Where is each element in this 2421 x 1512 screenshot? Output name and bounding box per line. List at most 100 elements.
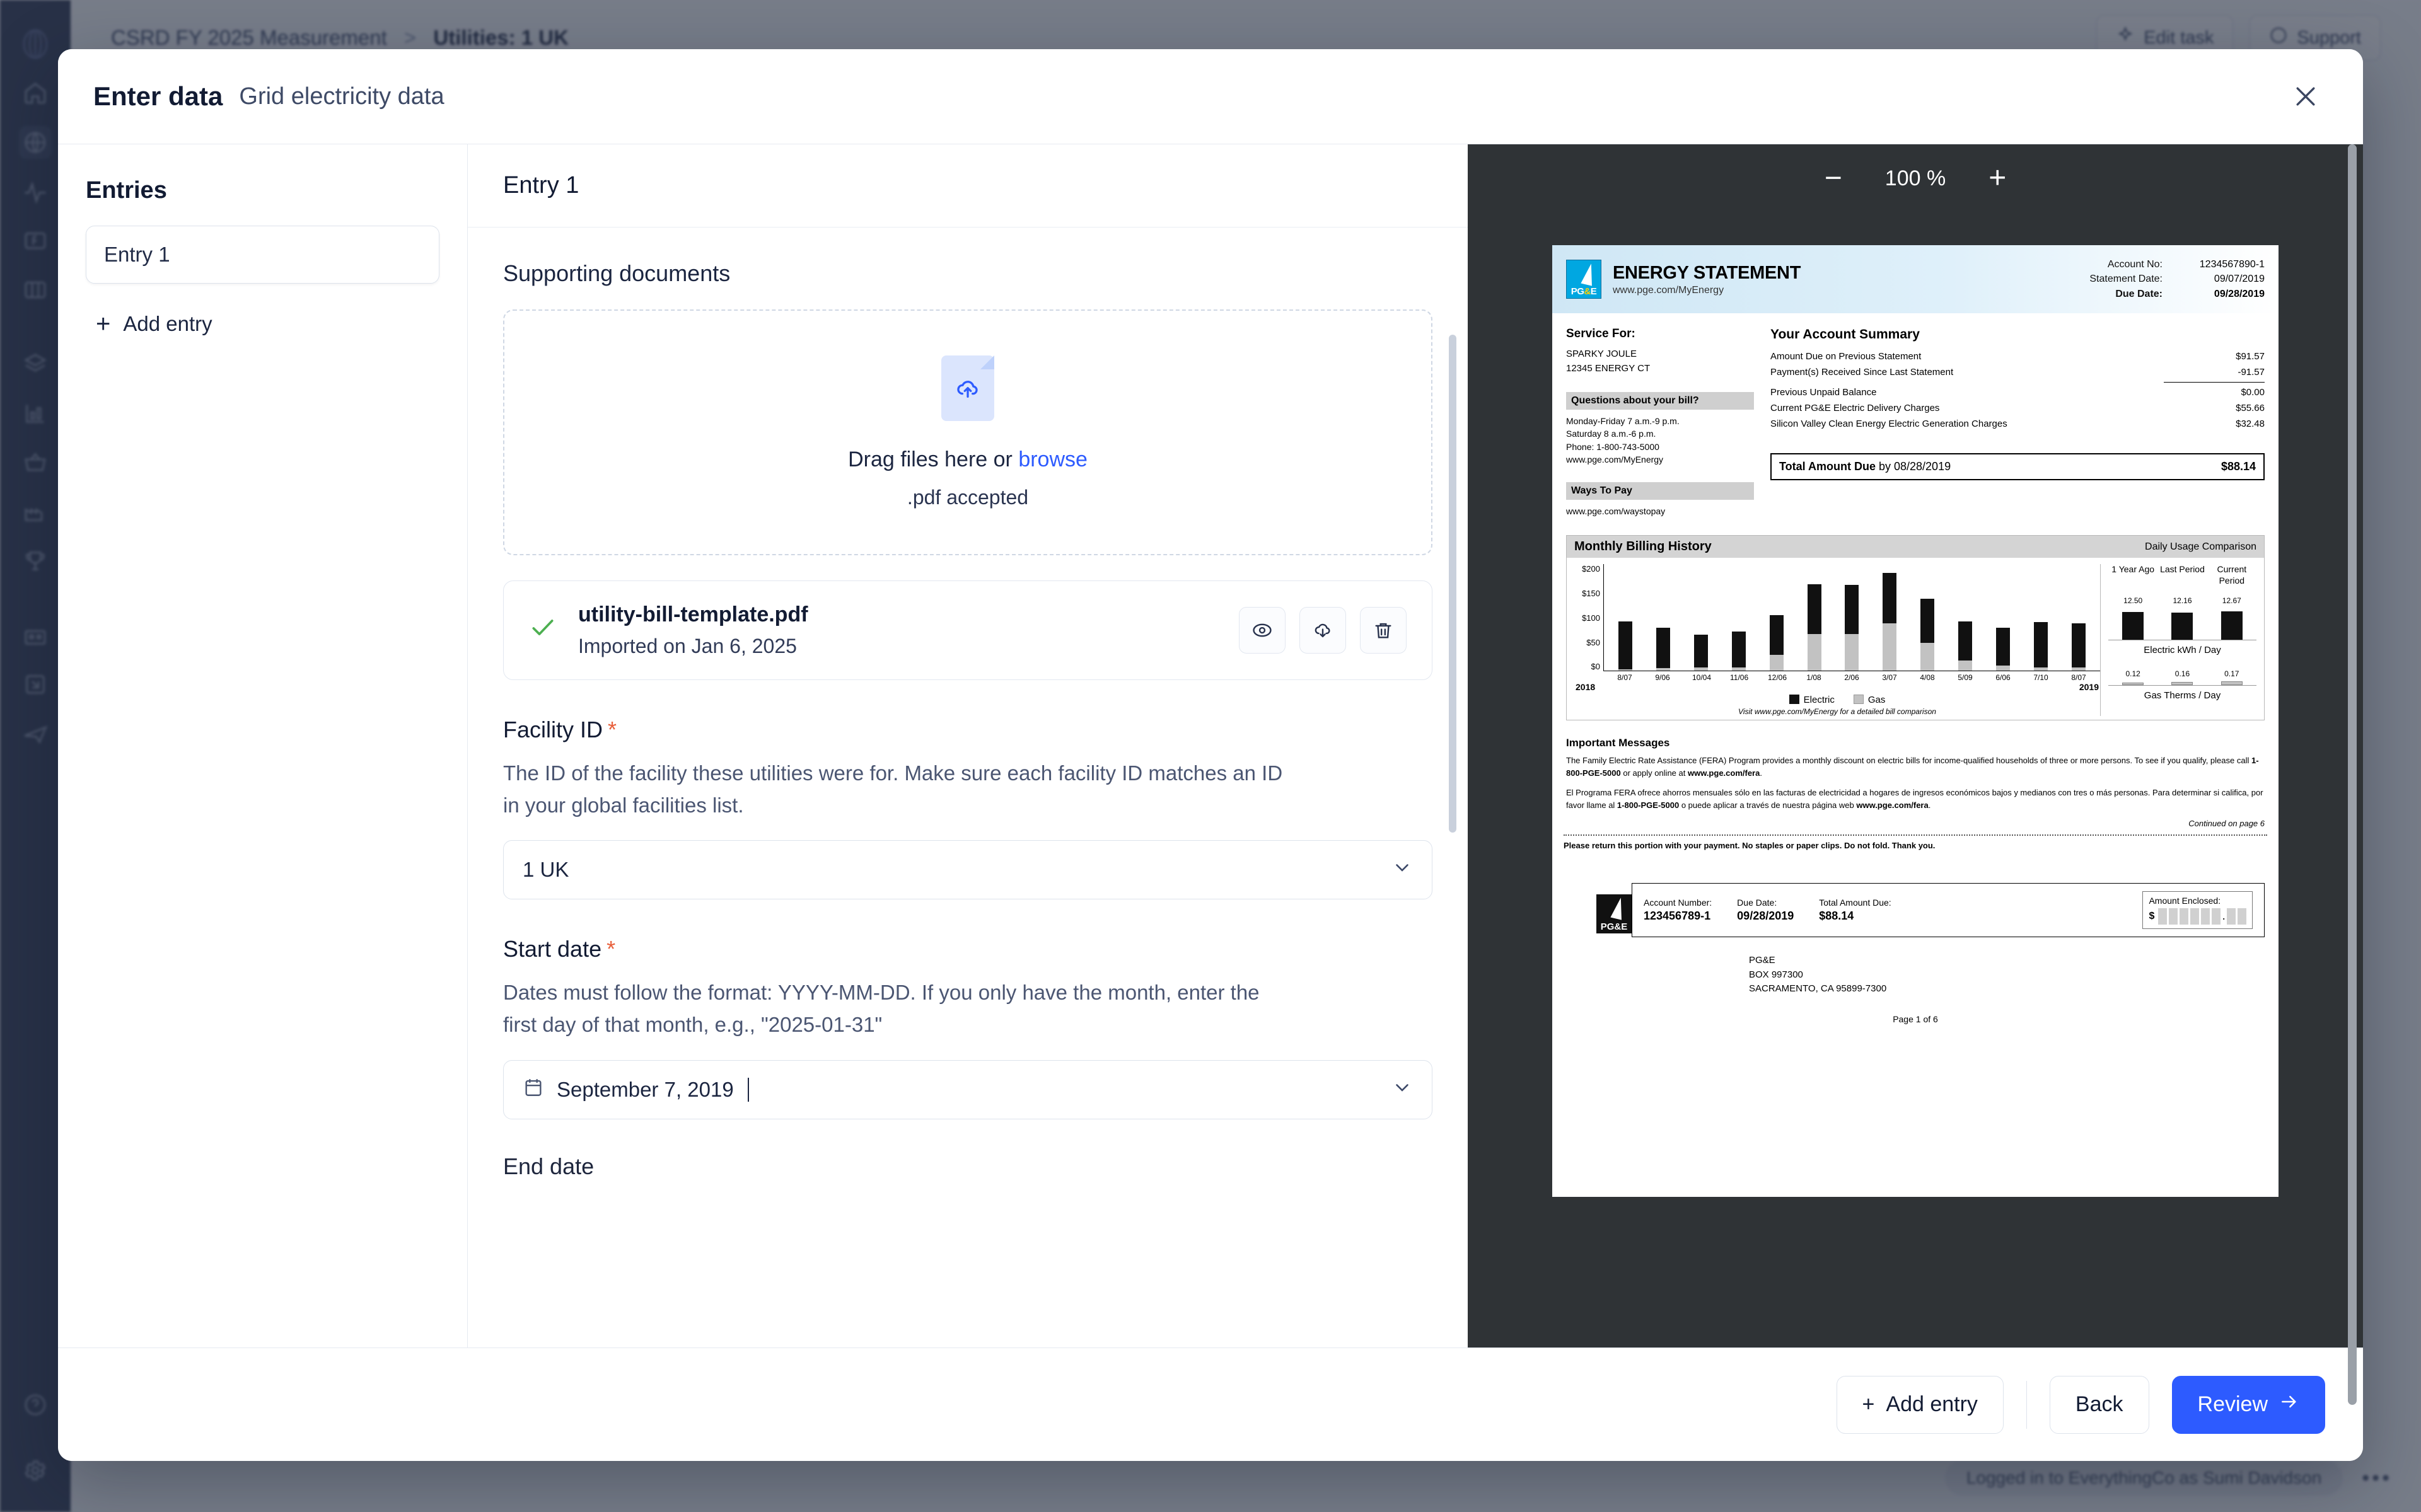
electric-caption: Electric kWh / Day	[2144, 645, 2221, 656]
legend-electric: Electric	[1789, 695, 1835, 705]
back-button[interactable]: Back	[2049, 1375, 2149, 1434]
chart-x-tick: 3/07	[1882, 673, 1897, 683]
modal-body: Entries Entry 1 + Add entry Entry 1 Supp…	[58, 144, 2363, 1405]
facility-id-help: The ID of the facility these utilities w…	[503, 761, 1283, 817]
remit-line: BOX 997300	[1749, 969, 1803, 980]
remit-address: PG&E BOX 997300 SACRAMENTO, CA 95899-730…	[1749, 954, 2279, 996]
form-scrollbar[interactable]	[1449, 335, 1456, 833]
important-messages-section: Important Messages The Family Electric R…	[1566, 737, 2265, 828]
minus-icon[interactable]: −	[1816, 163, 1851, 193]
review-label: Review	[2197, 1392, 2268, 1416]
text-cursor	[747, 1077, 749, 1102]
chart-legend: Electric Gas	[1574, 695, 2100, 705]
chart-bar	[1731, 631, 1746, 671]
arrow-right-icon	[2279, 1392, 2299, 1417]
y-tick: $50	[1586, 637, 1600, 647]
payment-stub: PG&E Account Number: 123456789-1 Due Dat…	[1596, 883, 2265, 938]
chart-bar	[1807, 584, 1821, 671]
add-entry-button[interactable]: + Add entry	[86, 305, 223, 343]
gas-value: 0.12	[2125, 669, 2140, 679]
statement-date-value: 09/07/2019	[2214, 274, 2265, 285]
pge-logo-mono-icon: PG&E	[1596, 894, 1632, 934]
questions-line: Phone: 1-800-743-5000	[1566, 441, 1659, 452]
summary-amount: $91.57	[2236, 351, 2265, 362]
file-dropzone[interactable]: Drag files here or browse .pdf accepted	[503, 309, 1432, 555]
review-button[interactable]: Review	[2171, 1375, 2325, 1434]
dollar-sign: $	[2149, 911, 2155, 922]
pdf-preview-panel: − 100 % + PG&E ENERGY STATEMENT www.pge.…	[1468, 144, 2363, 1405]
chart-bar	[1996, 627, 2011, 671]
stub-account-value: 123456789-1	[1644, 909, 1711, 923]
pdf-right-column: Your Account Summary Amount Due on Previ…	[1770, 327, 2265, 517]
chart-x-tick: 8/07	[1617, 673, 1632, 683]
chart-x-tick: 1/08	[1806, 673, 1821, 683]
chevron-down-icon	[1391, 1076, 1413, 1103]
stub-total-label: Total Amount Due:	[1819, 897, 1891, 908]
chart-bar	[1693, 634, 1708, 671]
gas-values: 0.12 0.16 0.17	[2108, 669, 2256, 678]
uploaded-file-name: utility-bill-template.pdf	[578, 603, 808, 626]
total-due-label-bold: Total Amount Due	[1779, 460, 1876, 473]
summary-amount: $55.66	[2236, 403, 2265, 413]
daily-col: 1 Year Ago	[2111, 564, 2155, 575]
stub-due-date: Due Date: 09/28/2019	[1737, 897, 1794, 923]
uploaded-file-card: utility-bill-template.pdf Imported on Ja…	[503, 580, 1432, 680]
pdf-account-block: Account No: 1234567890-1 Statement Date: 0…	[2089, 257, 2265, 301]
total-amount-due-box: Total Amount Due by 08/28/2019 $88.14	[1770, 453, 2265, 480]
modal-title: Enter data	[93, 81, 223, 111]
billing-history-chart: $200 $150 $100 $50 $0 8/07 9/06 10/04 11/06…	[1574, 564, 2100, 716]
y-tick: $150	[1582, 589, 1600, 599]
perforation-note: Please return this portion with your pay…	[1564, 834, 2267, 850]
chart-x-tick: 12/06	[1768, 673, 1787, 683]
questions-line: Monday-Friday 7 a.m.-9 p.m.	[1566, 416, 1680, 426]
stub-due-value: 09/28/2019	[1737, 909, 1794, 923]
pdf-zoom-toolbar: − 100 % +	[1468, 144, 2363, 212]
dropzone-prefix: Drag files here or	[848, 447, 1019, 471]
pdf-columns: Service For: SPARKY JOULE 12345 ENERGY C…	[1552, 313, 2279, 517]
chart-x-axis: 8/07 9/06 10/04 11/06 12/06 1/08 2/06 3/07 4/08 5…	[1574, 671, 2100, 682]
entries-heading: Entries	[86, 177, 167, 204]
download-icon[interactable]	[1299, 607, 1346, 654]
gas-bars	[2108, 678, 2256, 686]
browse-link[interactable]: browse	[1018, 447, 1088, 471]
file-actions	[1239, 607, 1407, 654]
service-for-name: SPARKY JOULE	[1566, 349, 1637, 359]
plus-icon[interactable]: +	[1980, 163, 2015, 193]
entry-list-item[interactable]: Entry 1	[86, 226, 439, 284]
daily-usage-panel: 1 Year Ago Last Period Current Period 12…	[2100, 564, 2256, 717]
footer-add-entry-label: Add entry	[1886, 1392, 1978, 1416]
account-no-value: 1234567890-1	[2199, 259, 2265, 270]
questions-line: Saturday 8 a.m.-6 p.m.	[1566, 429, 1656, 439]
electric-value: 12.50	[2123, 596, 2143, 606]
field-start-date: Start date * Dates must follow the format…	[503, 936, 1432, 1119]
entry-form-scroll-area: Supporting documents Drag files here or …	[468, 228, 1468, 1348]
pdf-statement-header: PG&E ENERGY STATEMENT www.pge.com/MyEner…	[1552, 245, 2279, 313]
entry-form-panel: Entry 1 Supporting documents Drag files …	[468, 144, 1468, 1348]
chevron-down-icon	[1391, 857, 1413, 883]
chart-bar	[2072, 623, 2086, 671]
footer-add-entry-button[interactable]: + Add entry	[1836, 1375, 2004, 1434]
start-date-input[interactable]: September 7, 2019	[503, 1059, 1432, 1119]
gas-value: 0.17	[2224, 669, 2239, 679]
supporting-documents-label: Supporting documents	[503, 260, 731, 286]
summary-label: Silicon Valley Clean Energy Electric Gen…	[1770, 418, 2007, 429]
facility-id-value: 1 UK	[523, 858, 569, 882]
trash-icon[interactable]	[1360, 607, 1407, 654]
amount-enclosed-box: Amount Enclosed: $ .	[2142, 891, 2253, 930]
electric-value: 12.16	[2173, 596, 2192, 606]
enter-data-modal: Enter data Grid electricity data Entries…	[58, 49, 2363, 1461]
gas-value: 0.16	[2174, 669, 2190, 679]
questions-line: www.pge.com/MyEnergy	[1566, 454, 1664, 465]
summary-row: Previous Unpaid Balance $0.00	[1770, 384, 2265, 400]
facility-id-select[interactable]: 1 UK	[503, 840, 1432, 900]
entry-form-header: Entry 1	[468, 144, 1468, 228]
file-upload-icon	[941, 355, 994, 421]
close-icon[interactable]	[2284, 74, 2328, 118]
total-due-amount: $88.14	[2221, 460, 2256, 473]
electric-value: 12.67	[2222, 596, 2241, 606]
daily-usage-columns: 1 Year Ago Last Period Current Period	[2108, 564, 2256, 586]
preview-icon[interactable]	[1239, 607, 1286, 654]
modal-header: Enter data Grid electricity data	[58, 49, 2363, 144]
chart-x-tick: 9/06	[1655, 673, 1670, 683]
pdf-scrollbar[interactable]	[2348, 144, 2357, 1405]
